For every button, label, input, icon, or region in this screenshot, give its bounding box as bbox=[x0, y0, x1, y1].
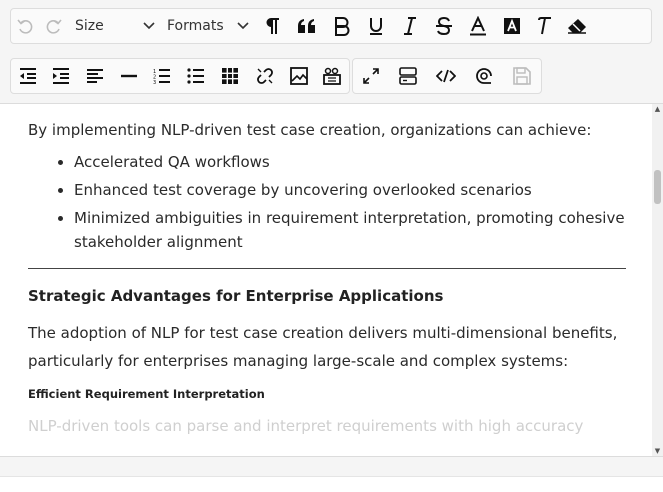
size-dropdown[interactable]: Size bbox=[69, 8, 161, 44]
clear-formatting-button[interactable] bbox=[529, 8, 561, 44]
code-view-icon bbox=[436, 69, 456, 83]
preview-button[interactable] bbox=[465, 58, 503, 94]
formats-dropdown[interactable]: Formats bbox=[161, 8, 255, 44]
size-label: Size bbox=[75, 18, 104, 34]
svg-text:3: 3 bbox=[153, 80, 156, 84]
align-button[interactable] bbox=[78, 58, 112, 94]
show-blocks-button[interactable] bbox=[389, 58, 427, 94]
indent-button[interactable] bbox=[45, 58, 79, 94]
chevron-down-icon bbox=[143, 22, 155, 30]
unordered-list-button[interactable] bbox=[179, 58, 213, 94]
outdent-button[interactable] bbox=[11, 58, 45, 94]
preview-icon bbox=[475, 67, 493, 85]
chevron-down-icon bbox=[237, 22, 249, 30]
list-item: Enhanced test coverage by uncovering ove… bbox=[74, 178, 626, 202]
redo-icon bbox=[45, 17, 63, 35]
outdent-icon bbox=[19, 68, 37, 84]
vertical-scrollbar[interactable]: ▲ ▼ bbox=[652, 104, 663, 456]
strikethrough-button[interactable] bbox=[427, 8, 461, 44]
table-button[interactable] bbox=[213, 58, 249, 94]
highlight-color-icon bbox=[503, 17, 521, 35]
image-icon bbox=[289, 67, 308, 85]
ordered-list-icon: 123 bbox=[153, 68, 171, 84]
horizontal-rule-icon bbox=[120, 68, 138, 84]
table-icon bbox=[221, 67, 239, 85]
font-color-icon bbox=[469, 16, 487, 36]
unordered-list-icon bbox=[187, 68, 205, 84]
list-item: Accelerated QA workflows bbox=[74, 150, 626, 174]
undo-icon bbox=[16, 17, 34, 35]
eraser-button[interactable] bbox=[561, 8, 593, 44]
image-button[interactable] bbox=[282, 58, 316, 94]
section-heading: Strategic Advantages for Enterprise Appl… bbox=[28, 287, 444, 305]
code-view-button[interactable] bbox=[427, 58, 465, 94]
benefits-list: Accelerated QA workflows Enhanced test c… bbox=[28, 150, 626, 254]
save-button[interactable] bbox=[503, 58, 541, 94]
list-item: Minimized ambiguities in requirement int… bbox=[74, 206, 626, 254]
underline-button[interactable] bbox=[359, 8, 393, 44]
horizontal-rule bbox=[28, 268, 626, 269]
underline-icon bbox=[368, 16, 384, 36]
link-icon bbox=[256, 67, 274, 85]
ordered-list-button[interactable]: 123 bbox=[145, 58, 179, 94]
intro-paragraph: By implementing NLP-driven test case cre… bbox=[28, 121, 592, 139]
editor-statusbar bbox=[0, 456, 663, 492]
show-blocks-icon bbox=[399, 67, 417, 85]
blockquote-icon bbox=[297, 18, 317, 34]
formats-label: Formats bbox=[167, 18, 224, 34]
toolbar-row-2-view bbox=[352, 58, 542, 94]
clear-formatting-icon bbox=[537, 17, 553, 35]
undo-button[interactable] bbox=[11, 8, 39, 44]
video-icon bbox=[323, 67, 342, 85]
italic-button[interactable] bbox=[393, 8, 427, 44]
align-icon bbox=[86, 68, 104, 84]
paragraph-icon bbox=[264, 17, 280, 35]
subheading: Efficient Requirement Interpretation bbox=[28, 387, 265, 401]
horizontal-rule-button[interactable] bbox=[112, 58, 146, 94]
save-icon bbox=[513, 67, 531, 85]
redo-button[interactable] bbox=[39, 8, 69, 44]
bold-icon bbox=[334, 16, 350, 36]
editor-content-area[interactable]: By implementing NLP-driven test case cre… bbox=[0, 104, 652, 456]
scroll-thumb[interactable] bbox=[654, 170, 661, 204]
strikethrough-icon bbox=[435, 16, 453, 36]
toolbar-row-2-format: 123 bbox=[10, 58, 350, 94]
scroll-up-arrow-icon[interactable]: ▲ bbox=[652, 104, 663, 114]
bold-button[interactable] bbox=[325, 8, 359, 44]
fullscreen-button[interactable] bbox=[353, 58, 389, 94]
toolbar-row-1: Size Formats bbox=[10, 8, 652, 44]
cut-off-paragraph: NLP-driven tools can parse and interpret… bbox=[28, 417, 584, 435]
fullscreen-icon bbox=[362, 67, 380, 85]
blockquote-button[interactable] bbox=[289, 8, 325, 44]
highlight-color-button[interactable] bbox=[495, 8, 529, 44]
indent-icon bbox=[52, 68, 70, 84]
scroll-down-arrow-icon[interactable]: ▼ bbox=[652, 446, 663, 456]
video-button[interactable] bbox=[315, 58, 349, 94]
link-button[interactable] bbox=[248, 58, 282, 94]
font-color-button[interactable] bbox=[461, 8, 495, 44]
editor-toolbar: Size Formats 1 2 3 bbox=[0, 0, 663, 104]
resize-bar[interactable] bbox=[0, 457, 663, 477]
eraser-icon bbox=[567, 18, 587, 34]
paragraph-button[interactable] bbox=[255, 8, 289, 44]
italic-icon bbox=[403, 16, 417, 36]
section-body: The adoption of NLP for test case creati… bbox=[28, 324, 618, 370]
